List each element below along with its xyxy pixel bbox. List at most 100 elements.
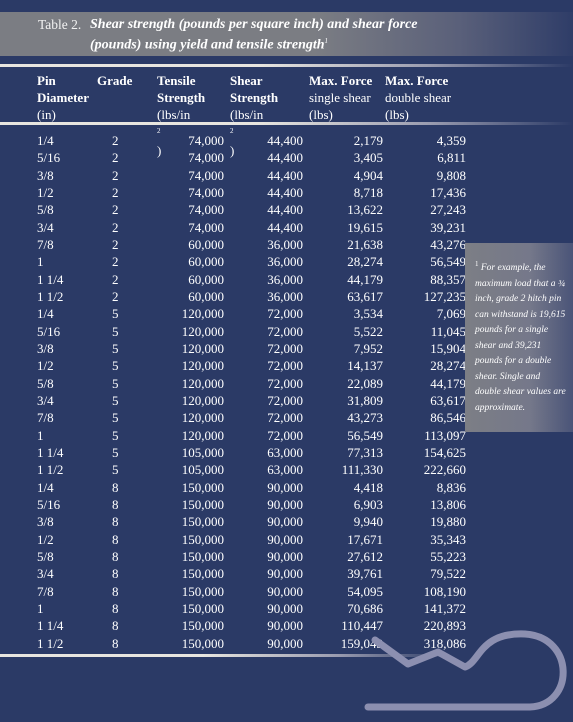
cell-shear-strength: 90,000 (267, 566, 303, 582)
cell-grade: 5 (112, 410, 119, 426)
cell-pin-diameter: 1 1/2 (37, 635, 64, 651)
cell-grade: 2 (112, 185, 119, 201)
table-row: 1 5 120,000 72,000 56,549 113,097 (30, 427, 466, 444)
cell-tensile-strength: 120,000 (181, 393, 224, 409)
cell-tensile-strength: 150,000 (181, 479, 224, 495)
table-row: 7/8 8 150,000 90,000 54,095 108,190 (30, 583, 466, 600)
cell-max-force-double: 13,806 (430, 497, 466, 513)
cell-shear-strength: 90,000 (267, 531, 303, 547)
cell-max-force-single: 4,904 (353, 167, 383, 183)
table-row: 5/16 8 150,000 90,000 6,903 13,806 (30, 496, 466, 513)
cell-max-force-single: 54,095 (347, 583, 383, 599)
table-title-band: Table 2. Shear strength (pounds per squa… (0, 12, 573, 56)
cell-max-force-double: 19,880 (430, 514, 466, 530)
cell-shear-strength: 44,400 (267, 133, 303, 149)
cell-pin-diameter: 1/2 (37, 185, 54, 201)
cell-max-force-single: 28,274 (347, 254, 383, 270)
cell-tensile-strength: 105,000 (181, 445, 224, 461)
cell-max-force-single: 19,615 (347, 219, 383, 235)
cell-pin-diameter: 1 1/2 (37, 289, 64, 305)
cell-max-force-double: 35,343 (430, 531, 466, 547)
column-header-pin-diameter: Pin Diameter (in) (37, 73, 89, 122)
cell-max-force-single: 2,179 (353, 133, 383, 149)
cell-pin-diameter: 5/8 (37, 202, 54, 218)
cell-pin-diameter: 1 (37, 601, 44, 617)
cell-max-force-double: 88,357 (430, 271, 466, 287)
cell-shear-strength: 90,000 (267, 618, 303, 634)
table-row: 7/8 5 120,000 72,000 43,273 86,546 (30, 409, 466, 426)
table-row: 1 2 60,000 36,000 28,274 56,549 (30, 253, 466, 270)
cell-tensile-strength: 120,000 (181, 410, 224, 426)
cell-shear-strength: 63,000 (267, 445, 303, 461)
cell-shear-strength: 72,000 (267, 323, 303, 339)
table-number: Table 2. (38, 17, 82, 32)
cell-max-force-double: 15,904 (430, 341, 466, 357)
cell-tensile-strength: 150,000 (181, 618, 224, 634)
cell-pin-diameter: 7/8 (37, 237, 54, 253)
cell-pin-diameter: 1/2 (37, 531, 54, 547)
cell-grade: 2 (112, 202, 119, 218)
cell-max-force-double: 27,243 (430, 202, 466, 218)
cell-tensile-strength: 74,000 (188, 133, 224, 149)
header-top-rule (0, 64, 573, 67)
cell-tensile-strength: 60,000 (188, 289, 224, 305)
cell-shear-strength: 63,000 (267, 462, 303, 478)
cell-shear-strength: 72,000 (267, 358, 303, 374)
table-row: 3/4 2 74,000 44,400 19,615 39,231 (30, 219, 466, 236)
cell-grade: 8 (112, 583, 119, 599)
cell-grade: 2 (112, 271, 119, 287)
cell-grade: 2 (112, 289, 119, 305)
cell-grade: 5 (112, 358, 119, 374)
cell-max-force-single: 6,903 (353, 497, 383, 513)
cell-shear-strength: 36,000 (267, 289, 303, 305)
table-title-text: Shear strength (pounds per square inch) … (90, 17, 418, 53)
footnote-marker: 1 (475, 260, 479, 268)
table-row: 1/2 5 120,000 72,000 14,137 28,274 (30, 357, 466, 374)
cell-grade: 8 (112, 497, 119, 513)
cell-grade: 2 (112, 167, 119, 183)
footnote-box: 1 For example, the maximum load that a ¾… (465, 243, 573, 432)
footnote-text: For example, the maximum load that a ¾ i… (475, 263, 566, 413)
cell-grade: 5 (112, 306, 119, 322)
table-row: 1 1/2 5 105,000 63,000 111,330 222,660 (30, 461, 466, 478)
cell-shear-strength: 44,400 (267, 167, 303, 183)
cell-max-force-single: 39,761 (347, 566, 383, 582)
cell-shear-strength: 90,000 (267, 497, 303, 513)
cell-max-force-single: 56,549 (347, 427, 383, 443)
cell-grade: 2 (112, 150, 119, 166)
column-header-grade: Grade (97, 73, 133, 88)
cell-max-force-single: 43,273 (347, 410, 383, 426)
cell-pin-diameter: 3/8 (37, 514, 54, 530)
table-row: 1/4 2 74,000 44,400 2,179 4,359 (30, 132, 466, 149)
cell-max-force-single: 77,313 (347, 445, 383, 461)
cell-grade: 5 (112, 427, 119, 443)
cell-max-force-single: 17,671 (347, 531, 383, 547)
cell-max-force-double: 222,660 (423, 462, 466, 478)
cell-max-force-double: 6,811 (437, 150, 466, 166)
cell-shear-strength: 90,000 (267, 479, 303, 495)
table-row: 5/8 8 150,000 90,000 27,612 55,223 (30, 548, 466, 565)
cell-tensile-strength: 60,000 (188, 271, 224, 287)
cell-pin-diameter: 3/4 (37, 566, 54, 582)
cell-tensile-strength: 74,000 (188, 219, 224, 235)
cell-shear-strength: 90,000 (267, 601, 303, 617)
cell-tensile-strength: 120,000 (181, 358, 224, 374)
table-row: 3/8 5 120,000 72,000 7,952 15,904 (30, 340, 466, 357)
cell-max-force-double: 8,836 (436, 479, 466, 495)
cell-tensile-strength: 150,000 (181, 601, 224, 617)
cell-tensile-strength: 150,000 (181, 549, 224, 565)
cell-max-force-single: 44,179 (347, 271, 383, 287)
cell-tensile-strength: 150,000 (181, 635, 224, 651)
cell-max-force-single: 5,522 (353, 323, 383, 339)
cell-shear-strength: 90,000 (267, 514, 303, 530)
cell-pin-diameter: 1/2 (37, 358, 54, 374)
cell-grade: 2 (112, 219, 119, 235)
cell-grade: 2 (112, 237, 119, 253)
cell-tensile-strength: 60,000 (188, 237, 224, 253)
cell-pin-diameter: 1/4 (37, 479, 54, 495)
cell-shear-strength: 44,400 (267, 219, 303, 235)
cell-shear-strength: 72,000 (267, 427, 303, 443)
table-row: 3/4 8 150,000 90,000 39,761 79,522 (30, 565, 466, 582)
cell-tensile-strength: 150,000 (181, 497, 224, 513)
cell-max-force-double: 11,045 (430, 323, 466, 339)
